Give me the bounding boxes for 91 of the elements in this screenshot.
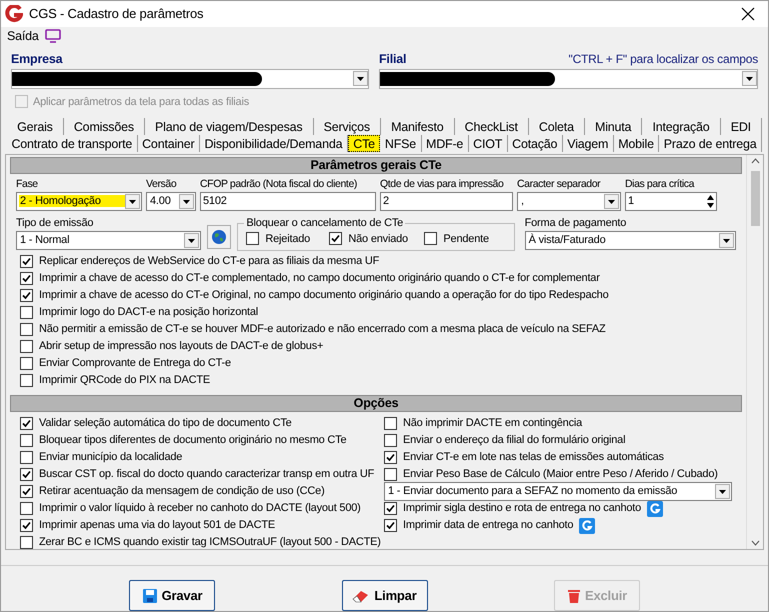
- checkbox-label: Retirar acentuação da mensagem de condição de uso (CCe): [39, 484, 325, 500]
- field-label: Caracter separador: [517, 177, 602, 192]
- close-icon[interactable]: [740, 6, 756, 22]
- checkbox[interactable]: [20, 519, 33, 532]
- field-label: Dias para crítica: [625, 177, 696, 192]
- hint-text: "CTRL + F" para localizar os campos: [568, 50, 758, 68]
- checkbox[interactable]: [384, 519, 397, 532]
- trash-icon: [567, 588, 582, 604]
- checkbox-label: Enviar o endereço da filial do formulário original: [403, 433, 626, 448]
- checkbox-label: Aplicar parâmetros da tela para todas as filiais: [33, 94, 250, 110]
- checkbox[interactable]: [329, 232, 342, 246]
- checkbox[interactable]: [20, 340, 33, 353]
- checkbox-label: Replicar endereços de WebService do CT-e para as filiais da mesma UF: [39, 254, 380, 270]
- checkbox[interactable]: [20, 417, 33, 430]
- tab[interactable]: CTe: [348, 135, 380, 152]
- checkbox[interactable]: [20, 374, 33, 387]
- dropdown[interactable]: 1 - Normal: [16, 231, 202, 250]
- dropdown[interactable]: ,: [517, 192, 621, 211]
- checkbox-label: Imprimir logo do DACT-e na posição horizontal: [39, 305, 258, 320]
- checkbox-label: Enviar município da localidade: [39, 450, 182, 466]
- spin-arrows-icon[interactable]: [705, 193, 716, 210]
- checkbox[interactable]: [20, 272, 33, 285]
- app-logo-icon: [5, 5, 23, 23]
- number-spinner[interactable]: 1: [625, 192, 717, 211]
- dropdown[interactable]: 2 - Homologação: [16, 192, 142, 211]
- checkbox[interactable]: [20, 255, 33, 268]
- checkbox-label: Imprimir apenas uma via do layout 501 de DACTE: [39, 518, 275, 534]
- dropdown[interactable]: 1 - Enviar documento para a SEFAZ no momento da emissão: [384, 482, 732, 501]
- checkbox[interactable]: [384, 451, 397, 464]
- field-label: Fase: [16, 177, 39, 192]
- checkbox[interactable]: [20, 434, 33, 447]
- checkbox-label: Imprimir sigla destino e rota de entrega no canhoto: [403, 501, 642, 516]
- section-header: Opções: [10, 395, 742, 412]
- checkbox[interactable]: [20, 468, 33, 481]
- checkbox[interactable]: [20, 289, 33, 302]
- globe-button[interactable]: [207, 225, 232, 249]
- scroll-thumb[interactable]: [750, 171, 760, 226]
- checkbox-label: Imprimir a chave de acesso do CT-e complementado, no campo documento originário quando o CT-e for complementar: [39, 271, 600, 286]
- checkbox-label: Enviar Peso Base de Cálculo (Maior entre Peso / Aferido / Cubado): [403, 467, 718, 482]
- checkbox[interactable]: [424, 232, 438, 246]
- field-label: Tipo de emissão: [16, 216, 94, 231]
- company-dropdown[interactable]: [11, 68, 369, 88]
- checkbox[interactable]: [20, 451, 33, 464]
- input-field[interactable]: 5102: [200, 192, 376, 211]
- checkbox[interactable]: [20, 323, 33, 336]
- checkbox-label: Validar seleção automática do tipo de documento CTe: [39, 416, 292, 432]
- save-button[interactable]: Gravar: [129, 580, 215, 611]
- field-label: Qtde de vias para impressão: [380, 177, 504, 192]
- checkbox[interactable]: [384, 434, 397, 447]
- dropdown[interactable]: 4.00: [146, 192, 196, 211]
- checkbox-label: Abrir setup de impressão nos layouts de DACT-e de globus+: [39, 339, 324, 354]
- group-title: Bloquear o cancelamento de CTe: [244, 215, 406, 232]
- checkbox[interactable]: [20, 485, 33, 498]
- field-label: Forma de pagamento: [524, 216, 628, 231]
- exit-label[interactable]: Saída: [7, 27, 39, 46]
- checkbox-label: Bloquear tipos diferentes de documento originário no mesmo CTe: [39, 433, 346, 448]
- checkbox[interactable]: [384, 502, 397, 515]
- checkbox[interactable]: [20, 306, 33, 319]
- field-label: Filial: [379, 50, 406, 68]
- checkbox[interactable]: [246, 232, 260, 246]
- field-label: Versão: [146, 177, 178, 192]
- scrollbar[interactable]: [746, 155, 763, 549]
- globe-icon: [211, 229, 228, 245]
- section-header: Parâmetros gerais CTe: [10, 157, 742, 174]
- field-label: Empresa: [11, 50, 64, 68]
- checkbox[interactable]: [384, 417, 397, 430]
- checkbox-label: Zerar BC e ICMS quando existir tag ICMSOutraUF (layout 500 - DACTE): [39, 535, 381, 550]
- eraser-icon: [352, 588, 370, 602]
- checkbox[interactable]: [384, 468, 397, 481]
- checkbox-label: Não permitir a emissão de CT-e se houver MDF-e autorizado e não encerrado com a mesma placa de veículo na SEFAZ: [39, 322, 606, 338]
- checkbox-label: Rejeitado: [265, 232, 310, 246]
- input-field[interactable]: 2: [380, 192, 513, 211]
- clear-button[interactable]: Limpar: [342, 580, 428, 611]
- checkbox-label: Imprimir o valor líquido à receber no canhoto do DACTE (layout 500): [39, 501, 361, 516]
- checkbox-label: Buscar CST op. fiscal do docto quando caracterizar transp em outra UF: [39, 467, 374, 482]
- checkbox-label: Pendente: [443, 232, 489, 246]
- checkbox-label: Não enviado: [348, 232, 408, 246]
- checkbox-label: Imprimir QRCode do PIX na DACTE: [39, 373, 210, 388]
- checkbox[interactable]: [20, 502, 33, 515]
- checkbox-label: Imprimir data de entrega no canhoto: [403, 518, 574, 534]
- branch-dropdown[interactable]: [379, 68, 758, 88]
- field-label: CFOP padrão (Nota fiscal do cliente): [200, 177, 358, 192]
- checkbox[interactable]: [20, 357, 33, 370]
- dropdown[interactable]: À vista/Faturado: [524, 231, 736, 250]
- checkbox-label: Não imprimir DACTE em contingência: [403, 416, 582, 432]
- checkbox-label: Imprimir a chave de acesso do CT-e Original, no campo documento originário quando a operação for do tipo Redespacho: [39, 288, 609, 304]
- monitor-icon[interactable]: [44, 29, 61, 44]
- checkbox[interactable]: [20, 536, 33, 549]
- checkbox-label: Enviar Comprovante de Entrega do CT-e: [39, 356, 231, 372]
- checkbox-label: Enviar CT-e em lote nas telas de emissões automáticas: [403, 450, 664, 466]
- window-title: CGS - Cadastro de parâmetros: [29, 5, 204, 24]
